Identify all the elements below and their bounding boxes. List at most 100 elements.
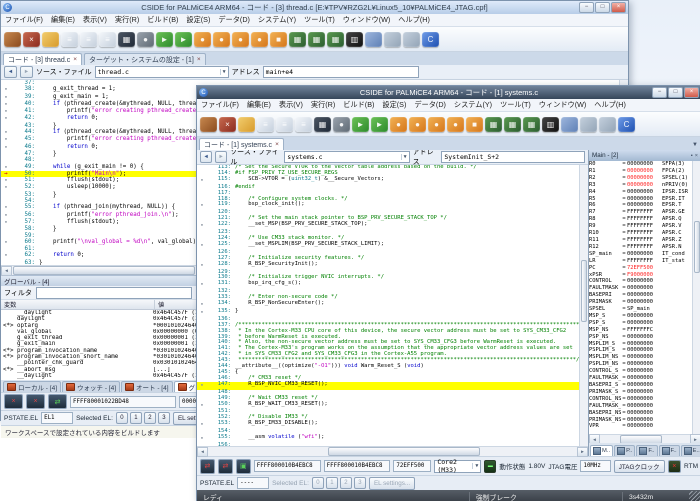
register-row[interactable]: R8=FFFFFFFFAPSR.Q=1 (589, 216, 700, 223)
breakpoint-gutter[interactable]: ▪ (1, 184, 11, 191)
nav-forward-button[interactable]: ► (215, 151, 227, 163)
breakpoint-gutter[interactable] (197, 443, 207, 446)
download-icon[interactable] (580, 117, 597, 132)
menu-item-4[interactable]: ビルド(B) (143, 15, 182, 25)
register-row[interactable]: CONTROL=00000000 (589, 278, 700, 285)
menu-item-3[interactable]: 実行(R) (111, 15, 143, 25)
core-select[interactable]: Core2 (M33)▼ (434, 460, 481, 473)
comment-icon[interactable] (561, 117, 578, 132)
run-to-cursor-icon[interactable]: ► (175, 32, 192, 47)
titlebar-systems[interactable]: C CSIDE for PALMiCE4 ARM64 - コード - [1] s… (197, 86, 700, 99)
nav-back-button[interactable]: ◄ (4, 66, 17, 78)
step-over-icon[interactable]: ● (213, 32, 230, 47)
breakpoint-gutter[interactable]: ▪ (197, 382, 207, 390)
watch-window-icon[interactable]: ▦ (523, 117, 540, 132)
el-button-3[interactable]: 3 (158, 412, 170, 424)
document-tab-0[interactable]: コード - [3] thread.c× (3, 53, 82, 65)
register-row[interactable]: FAULTMASK=00000000 (589, 285, 700, 292)
register-row[interactable]: BASEPRI=00000000 (589, 292, 700, 299)
break-settings-icon[interactable]: ▦ (485, 117, 502, 132)
run-icon[interactable]: ► (352, 117, 369, 132)
register-tab-1[interactable]: P.. (614, 445, 635, 456)
breakpoint-gutter[interactable]: ▪ (197, 281, 207, 289)
code-editor-systems[interactable]: 113:/* Set the Secure VTOR to the vector… (197, 165, 588, 446)
register-row[interactable]: PRIMASK=00000000 (589, 299, 700, 306)
tab-close-icon[interactable]: × (73, 56, 77, 63)
break-flag2-icon[interactable]: ⇄ (218, 459, 233, 474)
register-row[interactable]: R2=00000000SPSEL(1)=0 (589, 175, 700, 182)
step-instruction-icon[interactable]: ● (447, 117, 464, 132)
register-row[interactable]: R1=00000000FPCA(2)=0 (589, 168, 700, 175)
el-settings-button[interactable]: EL settings... (369, 477, 415, 490)
el-button-2[interactable]: 2 (144, 412, 156, 424)
folder-open-icon[interactable] (42, 32, 59, 47)
register-row[interactable]: PSP_NS=00000000 (589, 334, 700, 341)
breakpoint-gutter[interactable] (1, 260, 11, 265)
upload-icon[interactable] (403, 32, 420, 47)
workspace-close-icon[interactable]: × (23, 32, 40, 47)
run-to-cursor-icon[interactable]: ► (371, 117, 388, 132)
breakpoint-gutter[interactable]: ▪ (197, 301, 207, 309)
register-tab-3[interactable]: F.. (659, 445, 680, 456)
source-file-select[interactable]: thread.c▼ (95, 66, 229, 78)
rtm-x-icon[interactable]: × (668, 460, 681, 473)
register-row[interactable]: BASEPRI_S=00000000 (589, 382, 700, 389)
filter-input[interactable] (36, 287, 192, 299)
register-row[interactable]: R0=00000000SFPA(3)=0 (589, 161, 700, 168)
menu-item-10[interactable]: ヘルプ(H) (590, 100, 630, 110)
register-hscrollbar[interactable]: ◄► (589, 434, 700, 443)
stop-icon[interactable]: ■ (270, 32, 287, 47)
address-input[interactable]: main+e4 (263, 66, 419, 78)
el-button-1[interactable]: 1 (130, 412, 142, 424)
memory-window-icon[interactable]: ▦ (314, 117, 331, 132)
stop-icon[interactable]: ■ (466, 117, 483, 132)
step-out-icon[interactable]: ● (428, 117, 445, 132)
folder-open-icon[interactable] (238, 117, 255, 132)
close-button[interactable]: × (611, 2, 626, 13)
register-row[interactable]: MSP_S=00000000 (589, 313, 700, 320)
browser-icon[interactable]: C (618, 117, 635, 132)
watch-window-icon[interactable]: ▦ (327, 32, 344, 47)
register-row[interactable]: PRIMASK_S=00000000 (589, 389, 700, 396)
breakpoint-gutter[interactable]: ▪ (197, 421, 207, 429)
tab-close-icon[interactable]: × (197, 56, 201, 63)
sync-state-icon[interactable]: ⇄ (48, 394, 67, 409)
download-icon[interactable] (384, 32, 401, 47)
el-button-0[interactable]: 0 (116, 412, 128, 424)
inspect-icon[interactable]: ● (137, 32, 154, 47)
menu-item-0[interactable]: ファイル(F) (197, 100, 243, 110)
watch-tab-2[interactable]: オート - [4] (121, 381, 173, 392)
file-save-icon[interactable]: ≡ (295, 117, 312, 132)
breakpoint-gutter[interactable]: ▪ (197, 309, 207, 317)
vertical-scrollbar[interactable] (579, 165, 588, 446)
register-panel-header[interactable]: Main - [2] ▪× (589, 150, 700, 161)
menu-item-2[interactable]: 表示(V) (79, 15, 111, 25)
el-button-2[interactable]: 2 (340, 477, 352, 489)
memory-window-icon[interactable]: ▦ (118, 32, 135, 47)
breakpoint-gutter[interactable]: ▪ (1, 94, 11, 101)
register-row[interactable]: SP_main=00000000IT_cond=EQ (589, 251, 700, 258)
register-row[interactable]: R10=FFFFFFFFAPSR.C=1 (589, 230, 700, 237)
step-in-icon[interactable]: ● (194, 32, 211, 47)
el-button-3[interactable]: 3 (354, 477, 366, 489)
register-row[interactable]: FAULTMASK_NS=00000000 (589, 403, 700, 410)
breakpoint-gutter[interactable]: ▪ (1, 204, 11, 211)
breakpoint-gutter[interactable]: ▪ (1, 144, 11, 151)
breakpoint-gutter[interactable]: ▪ (1, 115, 11, 122)
register-row[interactable]: R9=FFFFFFFFAPSR.V=1 (589, 223, 700, 230)
register-row[interactable]: PSP_S=00000000 (589, 320, 700, 327)
file-open-icon[interactable]: ≡ (80, 32, 97, 47)
register-row[interactable]: PRIMASK_NS=00000000 (589, 417, 700, 424)
menu-item-7[interactable]: システム(Y) (450, 100, 496, 110)
breakpoint-gutter[interactable]: ▪ (1, 101, 11, 108)
register-scrollbar[interactable] (692, 161, 700, 434)
breakpoint-gutter[interactable]: ▪ (1, 239, 11, 246)
register-row[interactable]: R5=00000000EPSR.IT=00 (589, 196, 700, 203)
breakpoint-gutter[interactable]: ▪ (197, 242, 207, 250)
maximize-button[interactable]: □ (668, 87, 683, 98)
trace-window-icon[interactable]: ▥ (542, 117, 559, 132)
minimize-button[interactable]: − (652, 87, 667, 98)
register-row[interactable]: CONTROL_NS=00000000 (589, 396, 700, 403)
menu-item-4[interactable]: ビルド(B) (339, 100, 378, 110)
break-flag-icon[interactable]: ⇄ (200, 459, 215, 474)
